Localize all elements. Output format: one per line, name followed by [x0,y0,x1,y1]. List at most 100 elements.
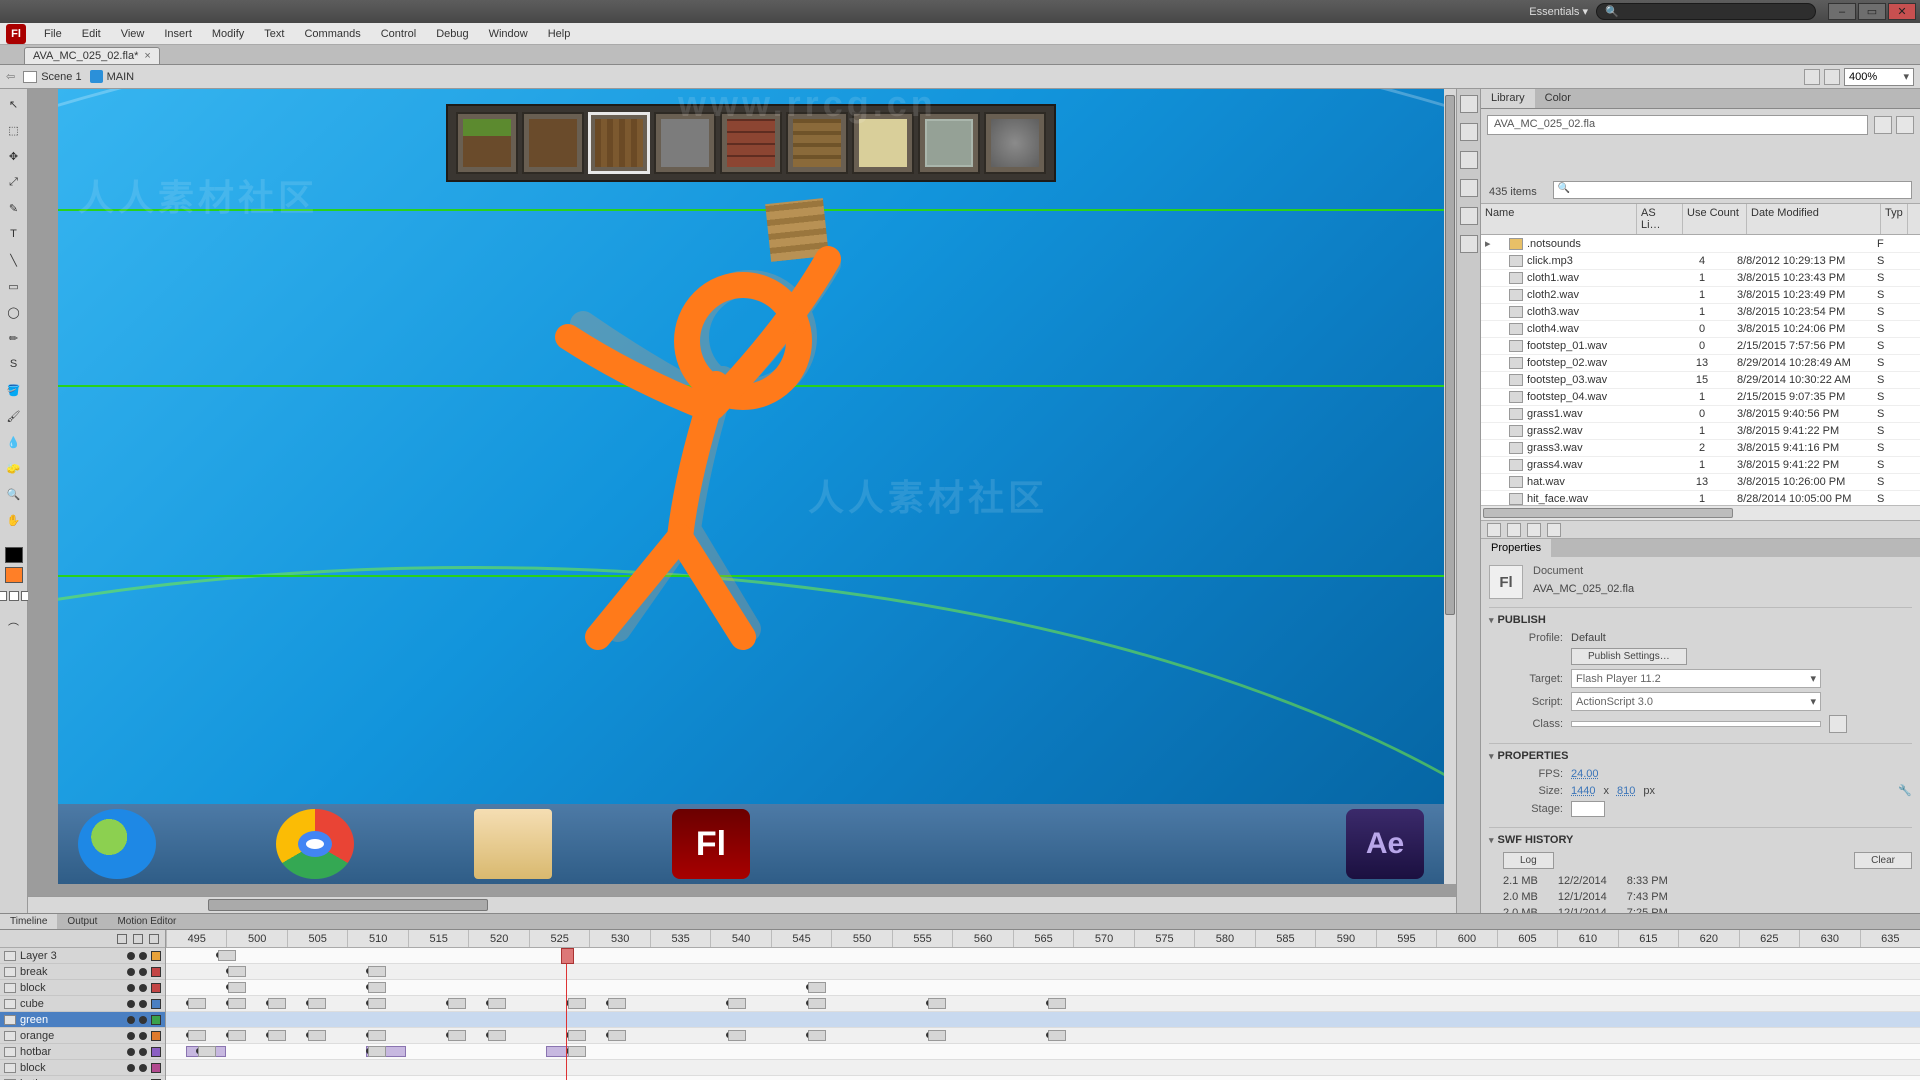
frame-tick[interactable]: 540 [710,930,770,947]
frame-tick[interactable]: 505 [287,930,347,947]
frame-tick[interactable]: 525 [529,930,589,947]
layer-row[interactable]: hotbar [0,1044,165,1060]
library-row[interactable]: grass3.wav23/8/2015 9:41:16 PMS [1481,440,1920,457]
stage-color-swatch[interactable] [1571,801,1605,817]
subselection-tool[interactable]: ⬚ [3,119,25,141]
menu-view[interactable]: View [111,25,155,43]
properties-button[interactable] [1527,523,1541,537]
library-search-input[interactable] [1553,181,1912,199]
back-button[interactable]: ⇦ [6,70,15,83]
black-white-icon[interactable] [0,591,7,601]
tab-timeline[interactable]: Timeline [0,914,57,929]
tab-output[interactable]: Output [57,914,107,929]
menu-control[interactable]: Control [371,25,426,43]
frame-tick[interactable]: 520 [468,930,528,947]
layer-row[interactable]: orange [0,1028,165,1044]
track-row[interactable] [166,964,1920,980]
stage-hscrollbar[interactable] [28,896,1456,913]
new-library-icon[interactable] [1896,116,1914,134]
frame-tick[interactable]: 545 [771,930,831,947]
library-hscrollbar[interactable] [1481,505,1920,520]
show-all-icon[interactable] [117,934,127,944]
free-transform-tool[interactable]: ✥ [3,145,25,167]
help-search-input[interactable]: 🔍 [1596,3,1816,20]
frame-tick[interactable]: 605 [1497,930,1557,947]
frame-tick[interactable]: 500 [226,930,286,947]
library-row[interactable]: cloth1.wav13/8/2015 10:23:43 PMS [1481,270,1920,287]
library-row[interactable]: footstep_04.wav12/15/2015 9:07:35 PMS [1481,389,1920,406]
library-row[interactable]: footstep_02.wav138/29/2014 10:28:49 AMS [1481,355,1920,372]
document-tab[interactable]: AVA_MC_025_02.fla* × [24,47,160,64]
eraser-tool[interactable]: 🧽 [3,457,25,479]
track-row[interactable] [166,1076,1920,1080]
menu-window[interactable]: Window [479,25,538,43]
library-row[interactable]: ▸.notsoundsF [1481,235,1920,253]
size-w[interactable]: 1440 [1571,785,1595,797]
stage[interactable]: Fl Ae www.rrcg.cn 人人素材社区 人人素材社区 [28,89,1456,896]
pen-tool[interactable]: ✎ [3,197,25,219]
fill-color-swatch[interactable] [5,567,23,583]
class-input[interactable] [1571,721,1821,727]
stroke-color-swatch[interactable] [5,547,23,563]
edit-symbol-icon[interactable] [1824,69,1840,85]
lasso-tool[interactable]: ⤢ [3,171,25,193]
breadcrumb-scene[interactable]: Scene 1 [23,71,81,83]
menu-insert[interactable]: Insert [154,25,202,43]
section-publish[interactable]: PUBLISH [1489,614,1912,626]
frame-tick[interactable]: 565 [1013,930,1073,947]
library-row[interactable]: grass4.wav13/8/2015 9:41:22 PMS [1481,457,1920,474]
pin-library-icon[interactable] [1874,116,1892,134]
edit-size-icon[interactable]: 🔧 [1898,784,1912,797]
tab-properties[interactable]: Properties [1481,539,1551,557]
menu-text[interactable]: Text [254,25,294,43]
menu-commands[interactable]: Commands [294,25,370,43]
layer-row[interactable]: hotbar [0,1076,165,1080]
dock-swatches-icon[interactable] [1460,179,1478,197]
text-tool[interactable]: T [3,223,25,245]
menu-debug[interactable]: Debug [426,25,478,43]
frame-tick[interactable]: 630 [1799,930,1859,947]
menu-modify[interactable]: Modify [202,25,254,43]
window-minimize-button[interactable]: – [1828,3,1856,20]
clear-button[interactable]: Clear [1854,852,1912,869]
edit-class-icon[interactable] [1829,715,1847,733]
track-row[interactable] [166,980,1920,996]
library-list[interactable]: ▸.notsoundsFclick.mp348/8/2012 10:29:13 … [1481,235,1920,505]
tab-library[interactable]: Library [1481,89,1535,108]
frame-tick[interactable]: 590 [1315,930,1375,947]
fps-value[interactable]: 24.00 [1571,768,1599,780]
layer-row[interactable]: break [0,964,165,980]
brush-tool[interactable]: S [3,353,25,375]
frame-tick[interactable]: 595 [1376,930,1436,947]
frame-tick[interactable]: 560 [952,930,1012,947]
track-row[interactable] [166,1044,1920,1060]
frame-tick[interactable]: 575 [1134,930,1194,947]
library-row[interactable]: grass2.wav13/8/2015 9:41:22 PMS [1481,423,1920,440]
menu-help[interactable]: Help [538,25,581,43]
library-header[interactable]: Name AS Li… Use Count Date Modified Typ [1481,203,1920,235]
frame-tick[interactable]: 620 [1678,930,1738,947]
log-button[interactable]: Log [1503,852,1554,869]
section-swf-history[interactable]: SWF HISTORY [1489,834,1912,846]
breadcrumb-symbol[interactable]: MAIN [90,70,135,83]
dock-transform-icon[interactable] [1460,151,1478,169]
track-row[interactable] [166,948,1920,964]
layer-row[interactable]: block [0,1060,165,1076]
frame-tick[interactable]: 535 [650,930,710,947]
frame-tick[interactable]: 610 [1557,930,1617,947]
dock-info-icon[interactable] [1460,123,1478,141]
dock-align-icon[interactable] [1460,95,1478,113]
pencil-tool[interactable]: ✏ [3,327,25,349]
publish-settings-button[interactable]: Publish Settings… [1571,648,1687,665]
target-dropdown[interactable]: Flash Player 11.2▾ [1571,669,1821,688]
delete-button[interactable] [1547,523,1561,537]
frame-tick[interactable]: 580 [1194,930,1254,947]
menu-edit[interactable]: Edit [72,25,111,43]
frame-tick[interactable]: 555 [892,930,952,947]
snap-option-icon[interactable]: ⌒ [3,617,25,639]
stage-vscrollbar[interactable] [1444,89,1456,884]
library-row[interactable]: footstep_03.wav158/29/2014 10:30:22 AMS [1481,372,1920,389]
frame-tick[interactable]: 625 [1739,930,1799,947]
frame-tick[interactable]: 550 [831,930,891,947]
frame-tick[interactable]: 615 [1618,930,1678,947]
